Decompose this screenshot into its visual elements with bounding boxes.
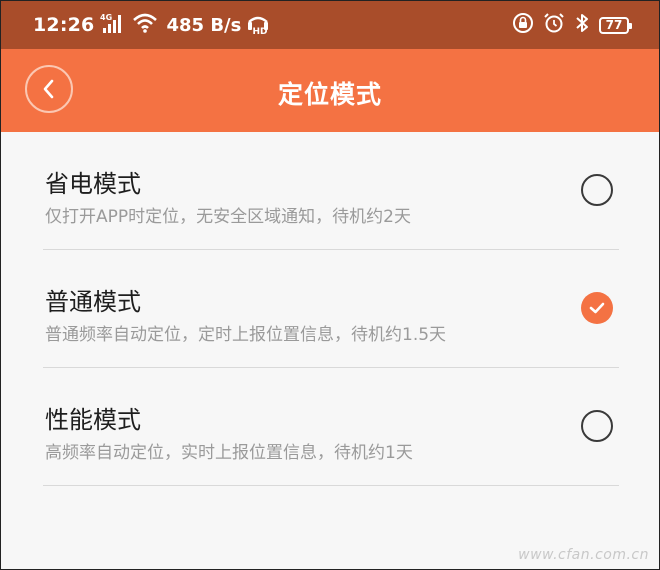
mode-item-performance[interactable]: 性能模式 高频率自动定位，实时上报位置信息，待机约1天 bbox=[1, 368, 659, 486]
mode-list: 省电模式 仅打开APP时定位，无安全区域通知，待机约2天 普通模式 普通频率自动… bbox=[1, 132, 659, 486]
status-left-group: 12:26 4G 485 B/s HD bbox=[33, 12, 269, 38]
mode-radio-unselected[interactable] bbox=[581, 410, 613, 442]
mode-title: 普通模式 bbox=[45, 288, 141, 316]
mode-radio-unselected[interactable] bbox=[581, 174, 613, 206]
signal-icon: 4G bbox=[100, 12, 126, 38]
hd-call-icon: HD bbox=[247, 14, 269, 36]
alarm-icon bbox=[543, 12, 565, 38]
mode-title: 性能模式 bbox=[45, 406, 141, 434]
battery-level: 77 bbox=[605, 18, 623, 32]
rotation-lock-icon bbox=[512, 12, 534, 38]
status-bar: 12:26 4G 485 B/s HD 77 bbox=[1, 1, 659, 49]
mode-radio-selected[interactable] bbox=[581, 292, 613, 324]
bluetooth-icon bbox=[574, 12, 590, 38]
status-right-group: 77 bbox=[512, 12, 632, 38]
page-title: 定位模式 bbox=[277, 80, 382, 109]
mode-description: 高频率自动定位，实时上报位置信息，待机约1天 bbox=[45, 443, 413, 463]
screen: 12:26 4G 485 B/s HD 77 定位模式 省电模式 仅打开APP时… bbox=[0, 0, 660, 570]
mode-item-power-saving[interactable]: 省电模式 仅打开APP时定位，无安全区域通知，待机约2天 bbox=[1, 132, 659, 250]
mode-title: 省电模式 bbox=[45, 170, 141, 198]
divider bbox=[43, 485, 619, 486]
checkmark-icon bbox=[589, 301, 605, 315]
watermark: www.cfan.com.cn bbox=[518, 547, 649, 563]
battery-icon: 77 bbox=[599, 16, 632, 34]
title-bar: 定位模式 bbox=[1, 49, 659, 132]
status-time: 12:26 bbox=[33, 14, 95, 36]
mode-description: 仅打开APP时定位，无安全区域通知，待机约2天 bbox=[45, 207, 411, 227]
net-speed: 485 B/s bbox=[166, 14, 242, 36]
network-type-label: 4G bbox=[100, 13, 112, 22]
mode-description: 普通频率自动定位，定时上报位置信息，待机约1.5天 bbox=[45, 325, 447, 345]
mode-item-normal[interactable]: 普通模式 普通频率自动定位，定时上报位置信息，待机约1.5天 bbox=[1, 250, 659, 368]
hd-label: HD bbox=[253, 27, 268, 36]
wifi-icon bbox=[132, 12, 158, 38]
